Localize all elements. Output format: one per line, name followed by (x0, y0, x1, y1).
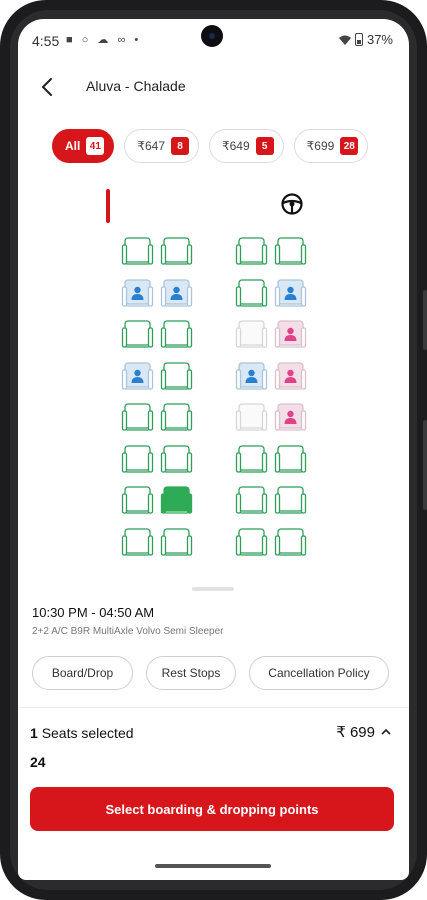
seat-available[interactable] (121, 443, 154, 476)
wifi-icon (338, 35, 351, 45)
seat-blocked (235, 401, 268, 434)
app-screen: 4:55 ■ ○ ☁ ∞ • 37% Aluva - Chalade All 4… (18, 19, 409, 880)
seats-selected-count: 1 (30, 725, 38, 741)
notification-icons: ■ ○ ☁ ∞ • (66, 34, 142, 46)
filter-chip-label: ₹699 (306, 139, 335, 153)
chevron-up-icon (381, 728, 391, 735)
seats-selected-label: Seats selected (41, 725, 134, 741)
price-filter-chips: All 41 ₹647 8 ₹649 5 ₹699 28 (52, 129, 369, 163)
app-header: Aluva - Chalade (18, 69, 409, 105)
seat-available[interactable] (235, 526, 268, 559)
status-bar: 4:55 ■ ○ ☁ ∞ • 37% (18, 19, 409, 63)
battery-level: 37% (366, 32, 393, 47)
seat-available[interactable] (160, 235, 193, 268)
sheet-drag-handle[interactable] (192, 587, 234, 591)
seat-available[interactable] (121, 235, 154, 268)
seat-available[interactable] (235, 443, 268, 476)
filter-chip-label: ₹649 (222, 139, 250, 153)
seat-available[interactable] (160, 401, 193, 434)
fare-summary[interactable]: ₹ 699 (336, 723, 391, 741)
power-button (423, 420, 427, 510)
seat-available[interactable] (235, 235, 268, 268)
seat-available[interactable] (121, 318, 154, 351)
filter-chip-699[interactable]: ₹699 28 (293, 129, 369, 163)
seat-booked-male (121, 277, 154, 310)
filter-chip-all[interactable]: All 41 (52, 129, 115, 163)
total-fare: ₹ 699 (336, 724, 375, 741)
trip-time: 10:30 PM - 04:50 AM (32, 605, 155, 620)
deck-entry-marker (106, 189, 110, 223)
front-camera (201, 25, 223, 47)
bus-type: 2+2 A/C B9R MultiAxle Volvo Semi Sleeper (32, 626, 224, 637)
phone-frame: 4:55 ■ ○ ☁ ∞ • 37% Aluva - Chalade All 4… (0, 0, 427, 900)
board-drop-button[interactable]: Board/Drop (32, 656, 133, 690)
seat-available[interactable] (160, 318, 193, 351)
selected-seat-number: 24 (30, 754, 46, 770)
seat-booked-male (274, 277, 307, 310)
filter-chip-count: 5 (255, 137, 274, 155)
filter-chip-647[interactable]: ₹647 8 (124, 129, 199, 163)
seat-booked-female (274, 401, 307, 434)
seat-available[interactable] (274, 443, 307, 476)
seat-available[interactable] (274, 484, 307, 517)
filter-chip-count: 8 (171, 137, 189, 155)
seat-available[interactable] (160, 443, 193, 476)
seat-selected[interactable] (160, 484, 193, 517)
seat-booked-female (274, 360, 307, 393)
seat-booked-male (160, 277, 193, 310)
seat-available[interactable] (121, 526, 154, 559)
filter-chip-count: 41 (86, 137, 105, 155)
seat-blocked (235, 318, 268, 351)
rest-stops-button[interactable]: Rest Stops (146, 656, 236, 690)
sheet-divider (18, 707, 409, 708)
back-arrow-icon[interactable] (36, 75, 60, 99)
seat-available[interactable] (160, 360, 193, 393)
seat-available[interactable] (121, 401, 154, 434)
battery-icon (354, 33, 363, 46)
seat-booked-male (121, 360, 154, 393)
status-right: 37% (338, 32, 393, 47)
status-time: 4:55 (32, 33, 60, 49)
seat-booked-female (274, 318, 307, 351)
seat-available[interactable] (274, 526, 307, 559)
seat-available[interactable] (235, 484, 268, 517)
home-indicator (155, 864, 271, 868)
filter-chip-label: All (65, 139, 81, 153)
seats-selected-summary: 1 Seats selected (30, 725, 134, 741)
seat-available[interactable] (121, 484, 154, 517)
filter-chip-label: ₹647 (137, 139, 165, 153)
route-title: Aluva - Chalade (86, 78, 186, 94)
seat-booked-male (235, 360, 268, 393)
select-boarding-dropping-button[interactable]: Select boarding & dropping points (30, 787, 394, 831)
steering-wheel-icon (281, 193, 303, 215)
seat-available[interactable] (274, 235, 307, 268)
filter-chip-649[interactable]: ₹649 5 (209, 129, 284, 163)
volume-button (423, 290, 427, 350)
seat-available[interactable] (160, 526, 193, 559)
filter-chip-count: 28 (340, 137, 359, 155)
cancellation-policy-button[interactable]: Cancellation Policy (249, 656, 389, 690)
seat-available[interactable] (235, 277, 268, 310)
